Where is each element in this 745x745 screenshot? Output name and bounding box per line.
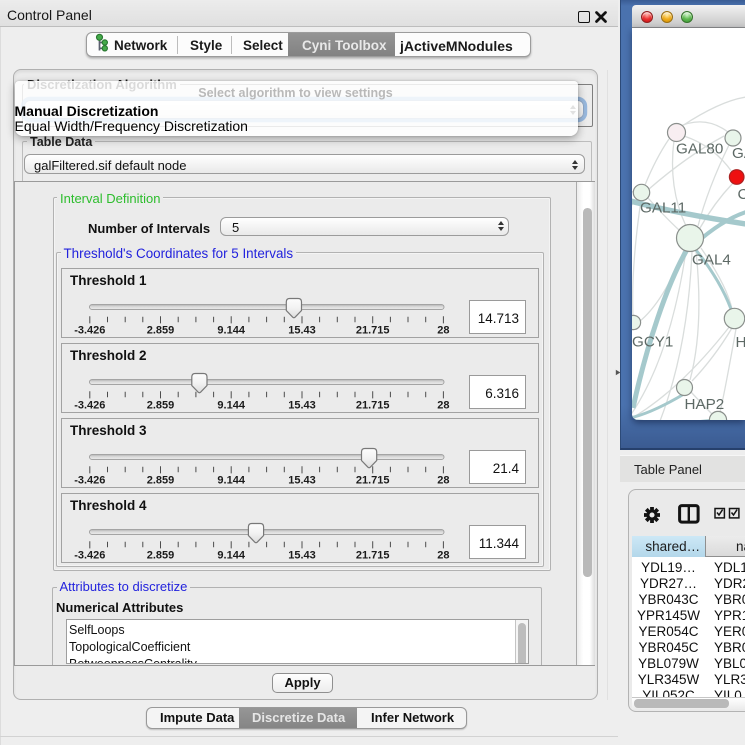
svg-text:9.144: 9.144 [217, 550, 245, 562]
svg-text:21.715: 21.715 [356, 400, 390, 412]
svg-text:15.43: 15.43 [288, 550, 316, 562]
svg-text:9.144: 9.144 [217, 475, 245, 487]
svg-text:28: 28 [437, 325, 449, 337]
svg-text:15.43: 15.43 [288, 400, 316, 412]
svg-text:2.859: 2.859 [147, 400, 175, 412]
svg-text:9.144: 9.144 [217, 325, 245, 337]
svg-text:21.715: 21.715 [356, 550, 390, 562]
svg-text:21.715: 21.715 [356, 325, 390, 337]
svg-text:28: 28 [437, 475, 449, 487]
svg-text:15.43: 15.43 [288, 475, 316, 487]
svg-text:28: 28 [437, 400, 449, 412]
svg-text:-3.426: -3.426 [74, 400, 105, 412]
svg-text:28: 28 [437, 550, 449, 562]
svg-text:GAL4: GAL4 [692, 252, 731, 269]
svg-text:GA: GA [732, 145, 745, 162]
svg-text:GCY1: GCY1 [632, 334, 673, 351]
svg-text:H: H [736, 334, 745, 351]
svg-text:C: C [738, 186, 745, 203]
svg-text:-3.426: -3.426 [74, 550, 105, 562]
svg-text:2.859: 2.859 [147, 325, 175, 337]
svg-text:9.144: 9.144 [217, 400, 245, 412]
svg-text:-3.426: -3.426 [74, 475, 105, 487]
svg-text:-3.426: -3.426 [74, 325, 105, 337]
svg-text:15.43: 15.43 [288, 325, 316, 337]
svg-text:21.715: 21.715 [356, 475, 390, 487]
svg-text:HAP2: HAP2 [685, 396, 725, 413]
svg-text:GAL80: GAL80 [676, 141, 723, 158]
svg-text:2.859: 2.859 [147, 475, 175, 487]
svg-text:GAL11: GAL11 [640, 200, 686, 217]
svg-text:2.859: 2.859 [147, 550, 175, 562]
